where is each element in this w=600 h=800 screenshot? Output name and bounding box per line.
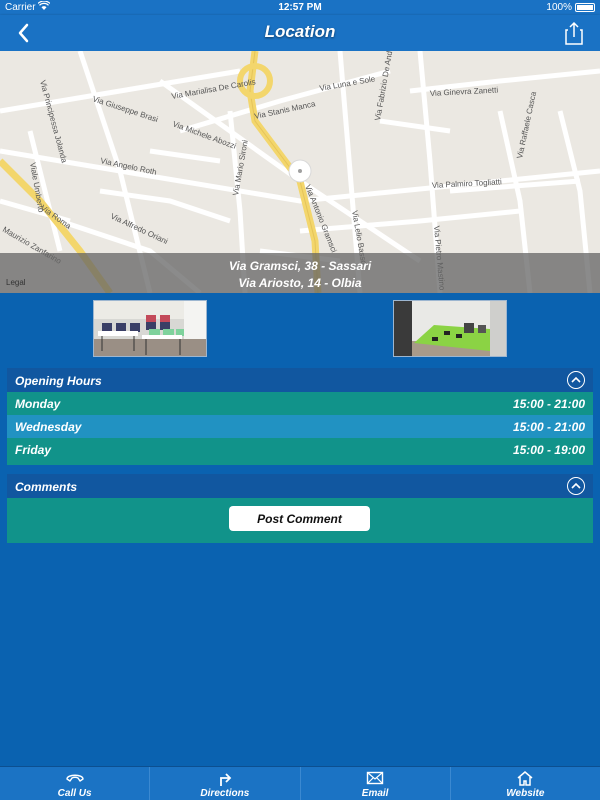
chevron-up-icon [571, 376, 581, 383]
opening-hours-title: Opening Hours [15, 374, 102, 388]
comments-panel: Comments Post Comment [7, 474, 593, 543]
status-bar: Carrier 12:57 PM 100% [0, 0, 600, 15]
navigation-bar: Location [0, 15, 600, 51]
hours-time: 15:00 - 21:00 [512, 420, 585, 434]
tab-label: Directions [200, 788, 250, 799]
map-label-de-andre: Via Fabrizio De Andrè [373, 51, 395, 121]
comments-body: Post Comment [7, 498, 593, 543]
map-label-abozzi: Via Michele Abozzi [171, 119, 237, 150]
status-time: 12:57 PM [278, 2, 322, 13]
bottom-tab-bar: Call Us Directions Email Website [0, 766, 600, 800]
share-button[interactable] [564, 20, 584, 46]
map-label-luna-sole: Via Luna e Sole [319, 74, 377, 93]
collapse-toggle-comments[interactable] [567, 477, 585, 495]
tab-label: Email [361, 788, 389, 799]
tab-website[interactable]: Website [451, 767, 600, 800]
map-label-zanetti: Via Ginevra Zanetti [430, 85, 499, 98]
chevron-up-icon [571, 482, 581, 489]
map-label-casca: Via Raffaele Casca [515, 90, 538, 159]
opening-hours-header[interactable]: Opening Hours [7, 368, 593, 392]
map-label-togliatti: Via Palmiro Togliatti [432, 177, 503, 190]
comments-header[interactable]: Comments [7, 474, 593, 498]
hours-footer [7, 461, 593, 465]
address-overlay: Via Gramsci, 38 - Sassari Via Ariosto, 1… [0, 253, 600, 293]
share-icon [565, 21, 583, 45]
tab-email[interactable]: Email [301, 767, 451, 800]
map-label-gramsci: Via Antonio Gramsci [303, 183, 339, 254]
hours-day: Friday [15, 443, 52, 457]
post-comment-button[interactable]: Post Comment [229, 506, 370, 531]
comments-title: Comments [15, 480, 78, 494]
email-icon [366, 771, 384, 785]
address-line-olbia: Via Ariosto, 14 - Olbia [238, 276, 362, 290]
tab-call-us[interactable]: Call Us [0, 767, 151, 800]
location-photo-2[interactable] [393, 300, 507, 357]
hours-day: Monday [15, 397, 61, 411]
opening-hours-panel: Opening Hours Monday 15:00 - 21:00 Wedne… [7, 368, 593, 465]
map-label-de-carolis: Via Marialisa De Carolis [171, 77, 256, 101]
map-label-brasi: Via Giuseppe Brasi [91, 94, 159, 124]
meeting-room-photo-image [394, 301, 506, 356]
classroom-photo-image [94, 301, 206, 356]
location-photo-1[interactable] [93, 300, 207, 357]
home-icon [517, 771, 533, 786]
hours-row-monday: Monday 15:00 - 21:00 [7, 392, 593, 415]
hours-time: 15:00 - 21:00 [512, 397, 585, 411]
battery-icon [575, 3, 595, 12]
battery-percent: 100% [546, 2, 572, 13]
tab-label: Call Us [57, 788, 92, 799]
location-map[interactable]: Via Roma Via Principessa Jolanda Viale U… [0, 51, 600, 293]
hours-row-friday: Friday 15:00 - 19:00 [7, 438, 593, 461]
hours-day: Wednesday [15, 420, 82, 434]
map-label-roth: Via Angelo Roth [100, 156, 158, 177]
hours-time: 15:00 - 19:00 [512, 443, 585, 457]
map-label-manca: Via Stanis Manca [254, 99, 317, 121]
page-title: Location [264, 22, 336, 41]
map-legal-link[interactable]: Legal [6, 278, 26, 287]
map-label-umberto: Viale Umberto [28, 162, 46, 214]
map-label-principessa: Via Principessa Jolanda [38, 79, 69, 164]
collapse-toggle-hours[interactable] [567, 371, 585, 389]
tab-directions[interactable]: Directions [150, 767, 301, 800]
hours-row-wednesday: Wednesday 15:00 - 21:00 [7, 415, 593, 438]
phone-icon [65, 774, 84, 782]
address-line-sassari: Via Gramsci, 38 - Sassari [228, 259, 372, 273]
directions-icon [219, 773, 232, 786]
map-label-oriani: Via Alfredo Oriani [109, 212, 169, 246]
tab-label: Website [506, 788, 545, 799]
